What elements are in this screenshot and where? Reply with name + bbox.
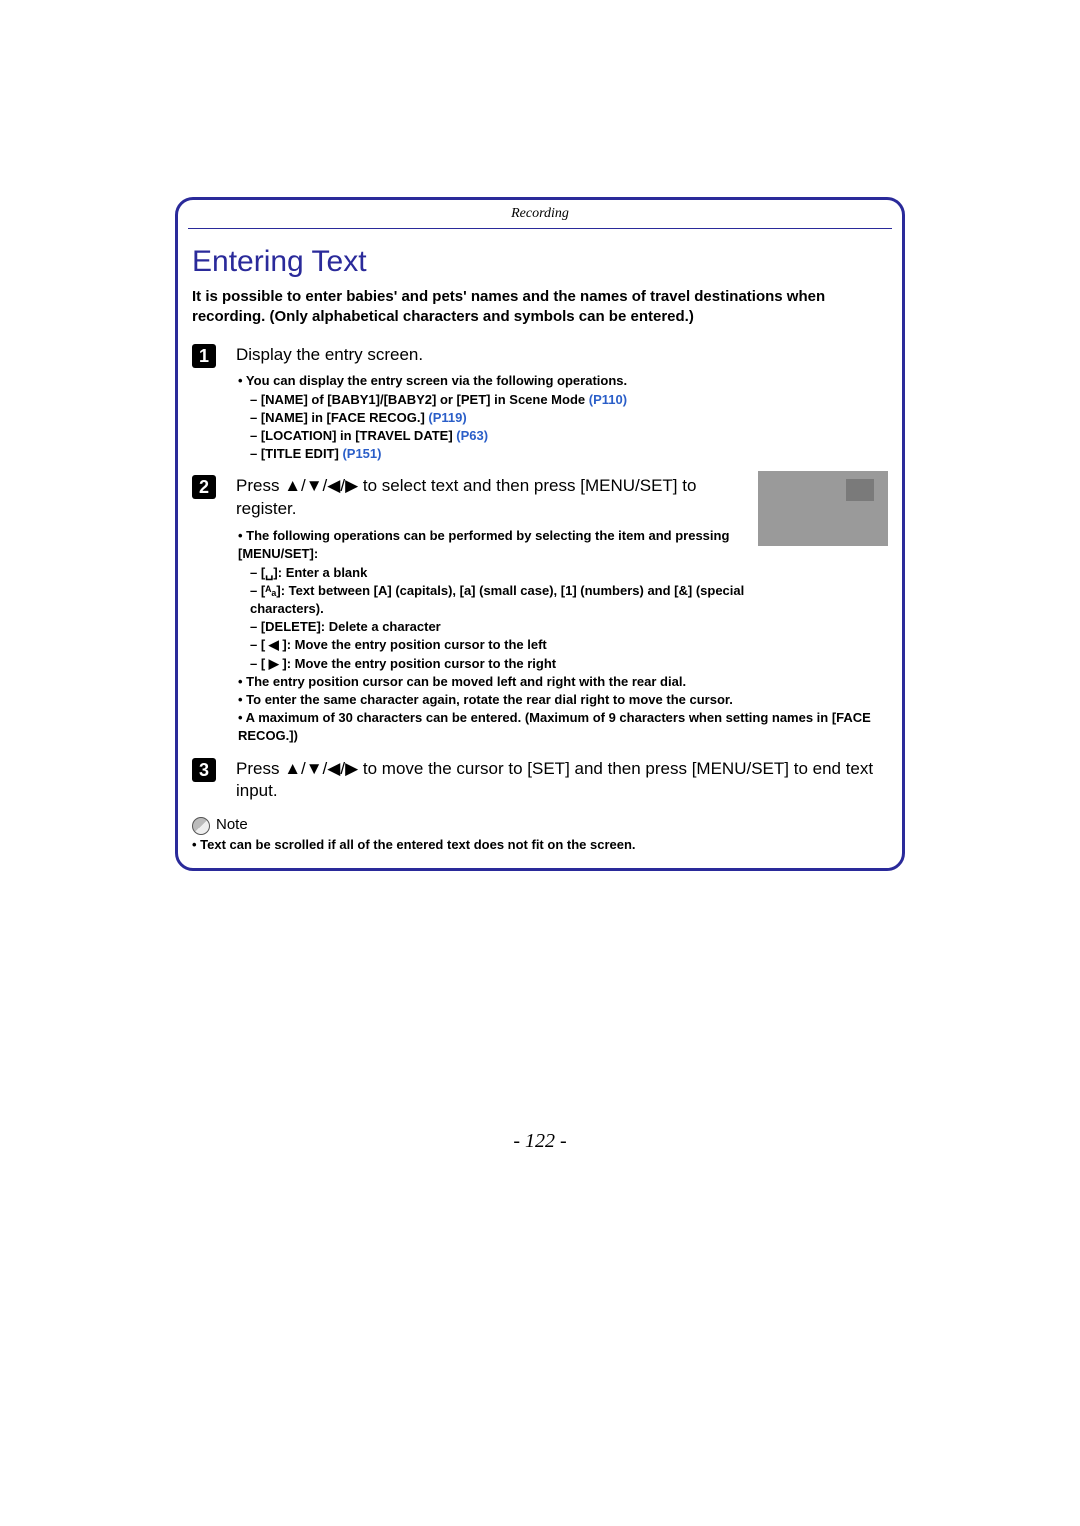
step-number-badge: 3 — [192, 758, 216, 782]
step-3-title: Press ▲/▼/◀/▶ to move the cursor to [SET… — [236, 758, 888, 804]
title-part-a: Press — [236, 759, 284, 778]
step-2-sub-2: – [ᴬₐ]: Text between [A] (capitals), [a]… — [250, 582, 748, 618]
step-1: 1 Display the entry screen. • You can di… — [192, 344, 888, 464]
step-2-sub-5: – [ ▶ ]: Move the entry position cursor … — [250, 655, 748, 673]
step-2-bullet-1: • The following operations can be perfor… — [238, 527, 748, 563]
step-2-sub-1: – [␣]: Enter a blank — [250, 564, 748, 582]
page-link[interactable]: (P119) — [425, 410, 467, 425]
intro-text: It is possible to enter babies' and pets… — [192, 287, 888, 328]
step-2-bullet-4: • A maximum of 30 characters can be ente… — [238, 709, 888, 745]
page-title: Entering Text — [178, 229, 902, 287]
step-number-badge: 1 — [192, 344, 216, 368]
note-text: • Text can be scrolled if all of the ent… — [192, 836, 888, 854]
step-2-title: Press ▲/▼/◀/▶ to select text and then pr… — [236, 475, 748, 521]
page-link[interactable]: (P151) — [339, 446, 382, 461]
note-row: Note — [192, 815, 888, 835]
page-link[interactable]: (P110) — [585, 392, 627, 407]
step-2-bullet-2: • The entry position cursor can be moved… — [238, 673, 888, 691]
sub-text: – [NAME] in [FACE RECOG.] — [250, 410, 425, 425]
step-1-title: Display the entry screen. — [236, 344, 888, 367]
content-area: It is possible to enter babies' and pets… — [178, 287, 902, 868]
step-1-sub-d: – [TITLE EDIT] (P151) — [250, 445, 888, 463]
step-2-bullet-3: • To enter the same character again, rot… — [238, 691, 888, 709]
sub-text: – [LOCATION] in [TRAVEL DATE] — [250, 428, 453, 443]
bullet-4a: • A maximum of 30 characters can be ente… — [238, 710, 525, 725]
step-1-sub-a: – [NAME] of [BABY1]/[BABY2] or [PET] in … — [250, 391, 888, 409]
section-label: Recording — [178, 200, 902, 224]
note-icon — [192, 817, 210, 835]
step-2-sub-4: – [ ◀ ]: Move the entry position cursor … — [250, 636, 748, 654]
arrow-icons: ▲/▼/◀/▶ — [284, 759, 358, 778]
step-1-bullet-1: • You can display the entry screen via t… — [238, 372, 888, 390]
manual-page: Recording Entering Text It is possible t… — [175, 197, 905, 871]
step-2: 2 Press ▲/▼/◀/▶ to select text and then … — [192, 475, 888, 745]
step-number-badge: 2 — [192, 475, 216, 499]
sub-text: – [NAME] of [BABY1]/[BABY2] or [PET] in … — [250, 392, 585, 407]
step-2-sub-3: – [DELETE]: Delete a character — [250, 618, 748, 636]
page-link[interactable]: (P63) — [453, 428, 488, 443]
step-3: 3 Press ▲/▼/◀/▶ to move the cursor to [S… — [192, 758, 888, 804]
step-1-sub-c: – [LOCATION] in [TRAVEL DATE] (P63) — [250, 427, 888, 445]
sub-text: – [TITLE EDIT] — [250, 446, 339, 461]
page-number: - 122 - — [0, 1130, 1080, 1153]
note-label: Note — [216, 815, 248, 835]
step-1-sub-b: – [NAME] in [FACE RECOG.] (P119) — [250, 409, 888, 427]
title-part-a: Press — [236, 476, 284, 495]
arrow-icons: ▲/▼/◀/▶ — [284, 476, 358, 495]
